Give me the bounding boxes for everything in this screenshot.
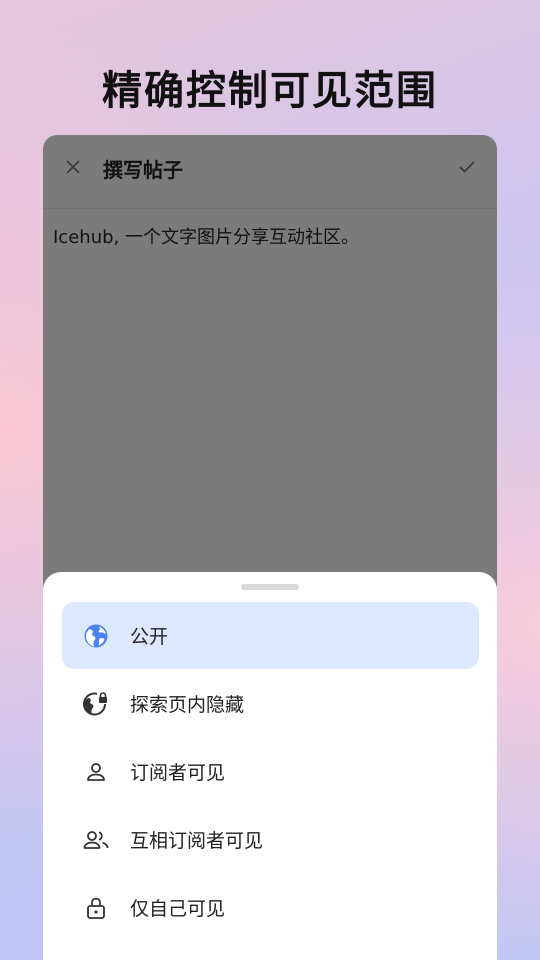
check-icon — [459, 161, 475, 173]
globe-icon — [82, 622, 110, 650]
close-icon — [66, 160, 80, 174]
compose-app-bar: 撰写帖子 — [43, 135, 497, 209]
visibility-option-hidden-in-explore[interactable]: 探索页内隐藏 — [62, 670, 479, 737]
people-icon — [82, 826, 110, 854]
phone-screen: 撰写帖子 Icehub, 一个文字图片分享互动社区。 公开 探索页内隐藏 订阅者… — [43, 135, 497, 960]
visibility-option-mutual-subscribers[interactable]: 互相订阅者可见 — [62, 806, 479, 873]
close-button[interactable] — [61, 155, 85, 179]
globe-lock-icon — [82, 690, 110, 718]
visibility-option-subscribers[interactable]: 订阅者可见 — [62, 738, 479, 805]
visibility-option-only-me[interactable]: 仅自己可见 — [62, 874, 479, 941]
visibility-option-label: 互相订阅者可见 — [130, 830, 264, 852]
visibility-option-label: 订阅者可见 — [130, 762, 226, 784]
compose-title: 撰写帖子 — [103, 158, 183, 182]
visibility-option-label: 探索页内隐藏 — [130, 694, 245, 716]
lock-icon — [82, 894, 110, 922]
post-body-text[interactable]: Icehub, 一个文字图片分享互动社区。 — [53, 223, 359, 249]
visibility-option-label: 仅自己可见 — [130, 898, 226, 920]
sheet-drag-handle[interactable] — [241, 584, 299, 590]
person-icon — [82, 758, 110, 786]
visibility-option-public[interactable]: 公开 — [62, 602, 479, 669]
visibility-option-label: 公开 — [130, 626, 169, 648]
confirm-button[interactable] — [455, 155, 479, 179]
page-headline: 精确控制可见范围 — [102, 68, 438, 114]
visibility-bottom-sheet: 公开 探索页内隐藏 订阅者可见 互相订阅者可见 仅自己可见 — [43, 572, 497, 960]
